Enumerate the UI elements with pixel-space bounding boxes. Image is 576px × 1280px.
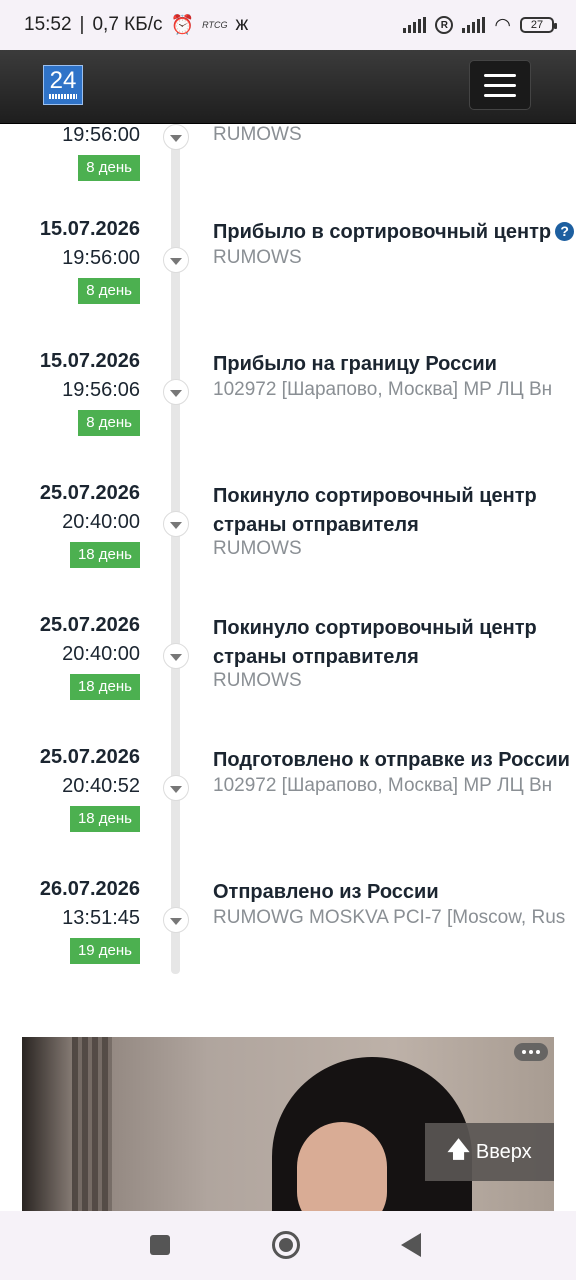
event-days-badge: 18 день <box>69 542 140 568</box>
event-date: 15.07.2026 <box>39 350 140 372</box>
ad-more-options-icon[interactable] <box>514 1043 548 1061</box>
signal-2-icon <box>462 17 486 33</box>
event-date: 25.07.2026 <box>39 746 140 768</box>
timeline-event: 25.07.2026 20:40:00 18 день Покинуло сор… <box>0 614 576 746</box>
event-title: Покинуло сортировочный центр страны отпр… <box>213 485 537 536</box>
recent-apps-icon[interactable] <box>150 1235 170 1255</box>
site-logo[interactable]: 24 <box>43 65 83 105</box>
status-time: 15:52 <box>24 14 72 35</box>
timeline-node-icon <box>163 775 189 801</box>
roaming-icon: R <box>435 16 454 34</box>
system-navigation-bar <box>0 1211 576 1280</box>
event-time: 13:51:45 <box>62 907 140 929</box>
logo-barcode <box>49 94 77 99</box>
timeline-event: 19:56:00 8 день RUMOWS <box>0 124 576 227</box>
signal-icon <box>403 17 427 33</box>
ad-image-face <box>297 1122 387 1211</box>
event-location: 102972 [Шарапово, Москва] МР ЛЦ Вн <box>213 775 553 796</box>
timeline-event: 15.07.2026 19:56:00 8 день Прибыло в сор… <box>0 218 576 350</box>
battery-level: 27 <box>530 19 544 31</box>
event-date: 26.07.2026 <box>39 878 140 900</box>
event-time: 20:40:52 <box>62 775 140 797</box>
scroll-to-top-label: Вверх <box>475 1140 532 1163</box>
timeline-event: 26.07.2026 13:51:45 19 день Отправлено и… <box>0 878 576 1000</box>
alarm-icon: ⏰ <box>170 15 195 36</box>
timeline-node-icon <box>163 379 189 405</box>
tracking-timeline: 19:56:00 8 день RUMOWS 15.07.2026 19:56:… <box>0 124 576 1000</box>
status-speed: 0,7 КБ/с <box>92 14 163 35</box>
event-location: RUMOWS <box>213 247 302 268</box>
event-title: Прибыло в сортировочный центр? <box>213 218 575 247</box>
event-days-badge: 18 день <box>69 674 140 700</box>
help-icon[interactable]: ? <box>555 222 575 241</box>
home-icon[interactable] <box>272 1231 300 1259</box>
timeline-node-icon <box>163 124 189 150</box>
event-time: 19:56:00 <box>62 247 140 269</box>
event-days-badge: 8 день <box>78 278 140 304</box>
logo-text: 24 <box>49 67 77 94</box>
event-location: RUMOWS <box>213 538 302 559</box>
timeline-event: 15.07.2026 19:56:06 8 день Прибыло на гр… <box>0 350 576 482</box>
event-days-badge: 19 день <box>69 938 140 964</box>
event-location: 102972 [Шарапово, Москва] МР ЛЦ Вн <box>213 379 553 400</box>
event-title: Прибыло на границу России <box>213 353 497 375</box>
app-notification-icon: ж <box>235 14 249 35</box>
hamburger-icon-bar <box>484 93 516 97</box>
event-time: 20:40:00 <box>62 511 140 533</box>
event-location: RUMOWS <box>213 670 302 691</box>
arrow-up-icon: 🡅 <box>447 1137 470 1162</box>
back-icon[interactable] <box>401 1233 421 1257</box>
event-title: Подготовлено к отправке из России <box>213 749 570 771</box>
timeline-node-icon <box>163 643 189 669</box>
timeline-node-icon <box>163 247 189 273</box>
event-time: 19:56:00 <box>62 124 140 146</box>
hamburger-icon-bar <box>484 83 516 87</box>
ad-image-background <box>72 1037 112 1211</box>
event-days-badge: 8 день <box>78 410 140 436</box>
event-time: 20:40:00 <box>62 643 140 665</box>
event-date: 25.07.2026 <box>39 482 140 504</box>
event-days-badge: 8 день <box>78 155 140 181</box>
battery-icon: 27 <box>520 17 557 33</box>
event-time: 19:56:06 <box>62 379 140 401</box>
status-divider: | <box>79 14 85 35</box>
scroll-to-top-button[interactable]: 🡅 Вверх <box>425 1123 554 1181</box>
timeline-node-icon <box>163 907 189 933</box>
rtcg-icon: RTCG <box>202 20 228 30</box>
event-date: 25.07.2026 <box>39 614 140 636</box>
timeline-node-icon <box>163 511 189 537</box>
event-title: Отправлено из России <box>213 881 439 903</box>
timeline-event: 25.07.2026 20:40:00 18 день Покинуло сор… <box>0 482 576 614</box>
hamburger-icon-bar <box>484 73 516 77</box>
timeline-event: 25.07.2026 20:40:52 18 день Подготовлено… <box>0 746 576 878</box>
event-location: RUMOWG MOSKVA PCI-7 [Moscow, Rus <box>213 907 566 928</box>
event-title: Покинуло сортировочный центр страны отпр… <box>213 617 537 668</box>
event-location: RUMOWS <box>213 124 302 145</box>
event-date: 15.07.2026 <box>39 218 140 240</box>
event-title-text: Прибыло в сортировочный центр <box>213 221 552 243</box>
menu-button[interactable] <box>469 60 531 110</box>
status-bar: 15:52 | 0,7 КБ/с ⏰ RTCG ж R ◠ 27 <box>0 0 576 50</box>
wifi-icon: ◠ <box>494 14 511 36</box>
event-days-badge: 18 день <box>69 806 140 832</box>
site-header: 24 <box>0 50 576 124</box>
